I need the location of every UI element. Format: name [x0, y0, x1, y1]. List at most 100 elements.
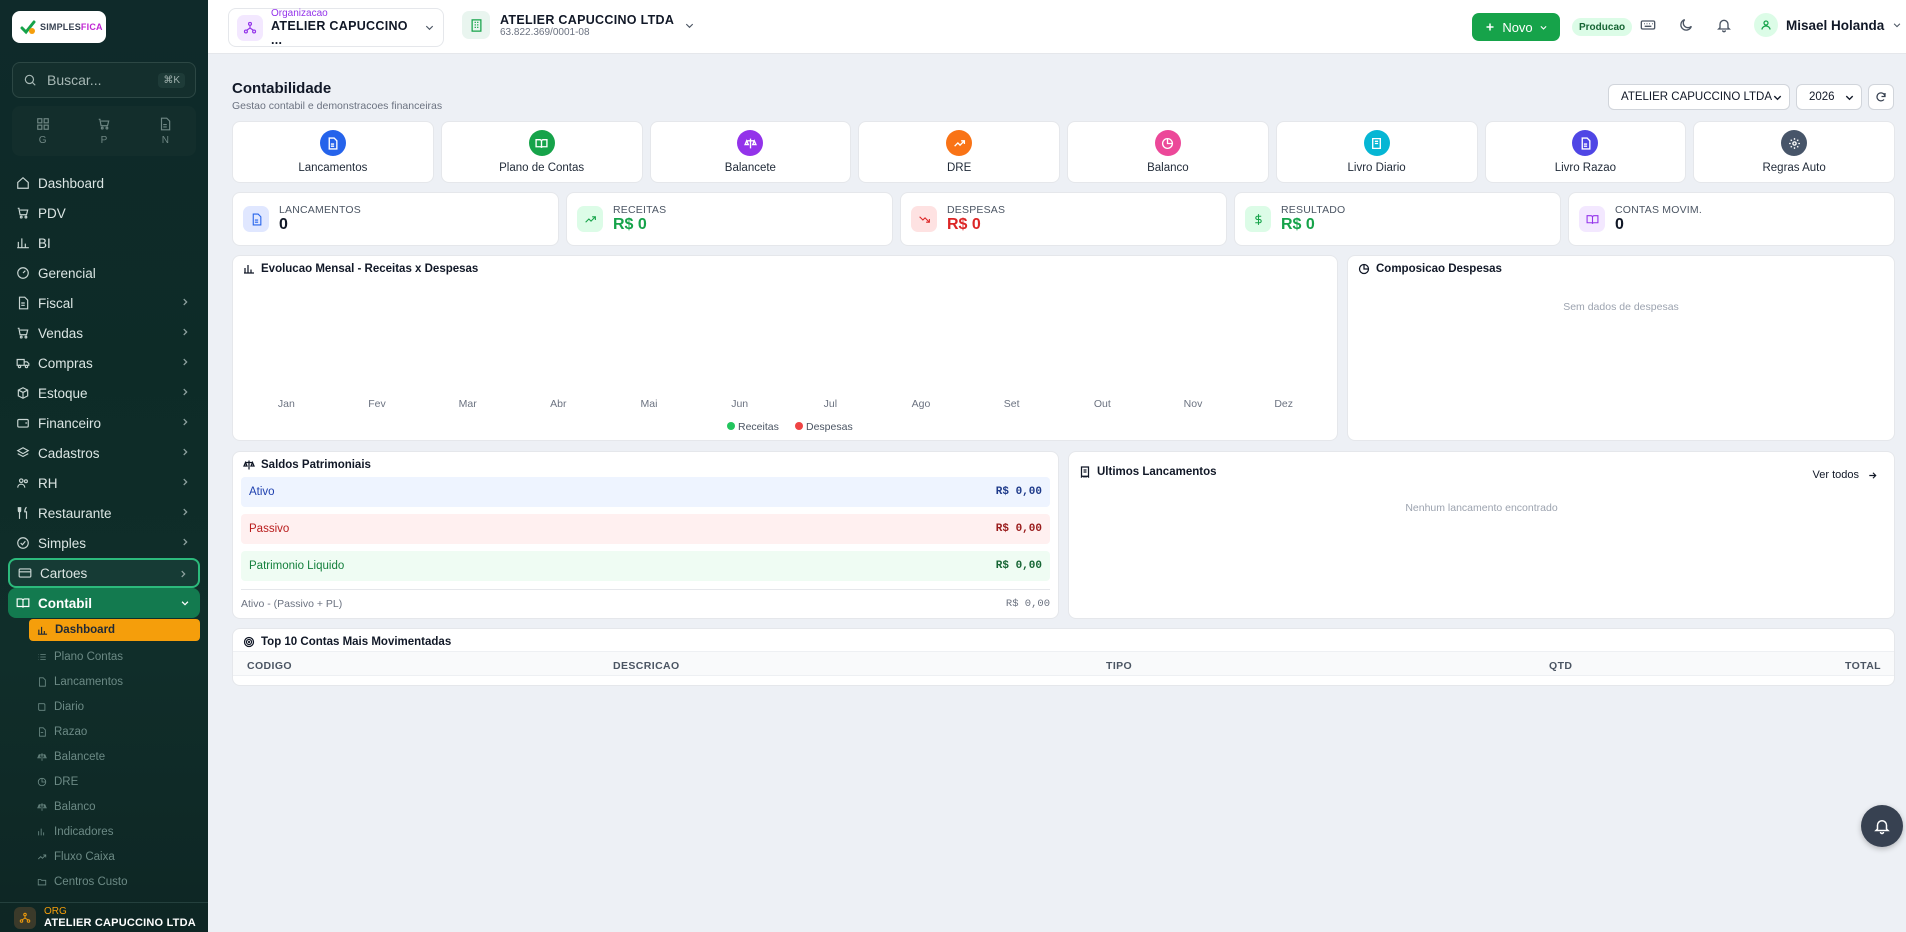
new-button[interactable]: Novo — [1472, 13, 1560, 41]
x-tick-label: Jan — [278, 398, 295, 410]
sidebar-item-compras[interactable]: Compras — [8, 348, 200, 378]
column-header-descricao[interactable]: DESCRICAO — [613, 660, 680, 672]
document-icon — [319, 130, 346, 156]
year-select[interactable]: 2026 — [1796, 84, 1862, 110]
balance-row-pl: Patrimonio Liquido R$ 0,00 — [241, 551, 1050, 581]
tile-balancete[interactable]: Balancete — [649, 121, 852, 183]
sidebar-item-gerencial[interactable]: Gerencial — [8, 258, 200, 288]
balance-label: Passivo — [249, 523, 290, 535]
truck-icon — [16, 358, 30, 369]
card-title: Saldos Patrimoniais — [243, 459, 371, 471]
chevron-right-icon — [183, 508, 188, 516]
chevron-right-icon — [183, 478, 188, 486]
tile-regras-auto[interactable]: Regras Auto — [1693, 121, 1895, 183]
x-tick-label: Out — [1094, 398, 1111, 410]
new-button-label: Novo — [1502, 19, 1533, 35]
quick-action-pdv[interactable]: P — [73, 106, 134, 156]
file-text-icon — [39, 726, 46, 737]
sidebar-item-estoque[interactable]: Estoque — [8, 378, 200, 408]
sidebar-item-dashboard[interactable]: Dashboard — [8, 168, 200, 198]
column-header-tipo[interactable]: TIPO — [1106, 660, 1132, 672]
year-select-value: 2026 — [1809, 91, 1835, 103]
tile-balanco[interactable]: Balanco — [1067, 121, 1269, 183]
chevron-right-icon — [181, 570, 186, 578]
company-name: ATELIER CAPUCCINO LTDA — [500, 12, 675, 27]
chevron-down-icon — [425, 25, 434, 31]
arrow-right-icon — [1869, 471, 1877, 479]
sidebar-item-label: Fiscal — [38, 295, 74, 311]
sidebar-item-cadastros[interactable]: Cadastros — [8, 438, 200, 468]
sidebar-item-financeiro[interactable]: Financeiro — [8, 408, 200, 438]
submenu-item-fluxo-caixa[interactable]: Fluxo Caixa — [29, 844, 200, 869]
x-tick-label: Abr — [550, 398, 567, 410]
submenu-item-dashboard[interactable]: Dashboard — [29, 619, 200, 641]
bell-icon[interactable] — [1716, 17, 1732, 33]
book-open-icon — [16, 598, 30, 608]
logo-text: SIMPLESFICA — [40, 22, 103, 32]
submenu-item-dre[interactable]: DRE — [29, 769, 200, 794]
legend-swatch — [727, 422, 735, 430]
organization-icon — [237, 14, 263, 41]
list-icon — [38, 653, 46, 660]
company-select[interactable]: ATELIER CAPUCCINO LTDA — [1608, 84, 1790, 110]
column-header-codigo[interactable]: CODIGO — [247, 660, 292, 672]
x-tick-label: Dez — [1274, 398, 1293, 410]
company-select-value: ATELIER CAPUCCINO LTDA — [1621, 91, 1773, 103]
submenu-item-razao[interactable]: Razao — [29, 719, 200, 744]
column-header-total[interactable]: TOTAL — [1845, 660, 1881, 672]
sidebar-item-restaurante[interactable]: Restaurante — [8, 498, 200, 528]
sidebar-item-simples[interactable]: Simples — [8, 528, 200, 558]
submenu-item-indicadores[interactable]: Indicadores — [29, 819, 200, 844]
sidebar-item-label: BI — [38, 235, 51, 251]
stat-despesas: DESPESAS R$ 0 — [900, 192, 1227, 246]
chevron-down-icon — [1773, 95, 1782, 101]
submenu-item-label: Indicadores — [54, 825, 114, 838]
submenu-item-plano-contas[interactable]: Plano Contas — [29, 644, 200, 669]
sidebar-item-bi[interactable]: BI — [8, 228, 200, 258]
sidebar-item-pdv[interactable]: PDV — [8, 198, 200, 228]
sidebar-item-vendas[interactable]: Vendas — [8, 318, 200, 348]
tile-livro-diario[interactable]: Livro Diario — [1275, 121, 1478, 183]
logo[interactable]: SIMPLESFICA — [12, 11, 106, 43]
column-header-qtd[interactable]: QTD — [1549, 660, 1572, 672]
sidebar-org-footer[interactable]: ORG ATELIER CAPUCCINO LTDA — [0, 902, 208, 932]
keyboard-icon[interactable] — [1640, 17, 1656, 33]
moon-icon[interactable] — [1678, 17, 1694, 33]
company-cnpj: 63.822.369/0001-08 — [500, 26, 590, 38]
tile-label: Lancamentos — [298, 162, 368, 174]
organization-selector[interactable]: Organizacao ATELIER CAPUCCINO ... — [228, 8, 444, 47]
balance-label: Ativo — [249, 486, 275, 498]
tile-lancamentos[interactable]: Lancamentos — [232, 121, 434, 183]
tile-livro-razao[interactable]: Livro Razao — [1484, 121, 1687, 183]
pie-chart-icon — [1154, 130, 1181, 156]
legend-label[interactable]: Receitas — [738, 421, 779, 433]
quick-actions: G P N — [12, 106, 196, 156]
monthly-chart: Jan Fev Mar Abr Mai Jun Jul Ago Set Out Nov Dez Rece… — [278, 398, 1293, 433]
sidebar-item-label: Gerencial — [38, 265, 96, 281]
table-header — [233, 651, 1894, 676]
view-all-link[interactable]: Ver todos — [1813, 469, 1878, 481]
tile-plano-de-contas[interactable]: Plano de Contas — [440, 121, 643, 183]
badge-check-icon — [17, 537, 29, 549]
submenu-item-balanco[interactable]: Balanco — [29, 794, 200, 819]
stat-value: R$ 0 — [947, 216, 981, 233]
submenu-item-centros-custo[interactable]: Centros Custo — [29, 869, 200, 894]
user-menu[interactable]: Misael Holanda — [1754, 13, 1902, 37]
refresh-button[interactable] — [1868, 84, 1894, 110]
sidebar-item-cartoes[interactable]: Cartoes — [8, 558, 200, 588]
quick-action-note[interactable]: N — [135, 106, 196, 156]
tile-dre[interactable]: DRE — [858, 121, 1060, 183]
legend-label[interactable]: Despesas — [806, 421, 853, 433]
submenu-item-balancete[interactable]: Balancete — [29, 744, 200, 769]
notifications-fab[interactable] — [1861, 805, 1903, 847]
cart-icon — [17, 207, 29, 219]
submenu-item-lancamentos[interactable]: Lancamentos — [29, 669, 200, 694]
quick-action-grid[interactable]: G — [12, 106, 73, 156]
search-input[interactable]: Buscar... ⌘K — [12, 62, 196, 98]
submenu-item-diario[interactable]: Diario — [29, 694, 200, 719]
sidebar-item-contabil[interactable]: Contabil — [8, 588, 200, 618]
company-selector[interactable]: ATELIER CAPUCCINO LTDA 63.822.369/0001-0… — [462, 11, 695, 39]
sidebar-item-rh[interactable]: RH — [8, 468, 200, 498]
user-name: Misael Holanda — [1786, 17, 1885, 33]
sidebar-item-fiscal[interactable]: Fiscal — [8, 288, 200, 318]
